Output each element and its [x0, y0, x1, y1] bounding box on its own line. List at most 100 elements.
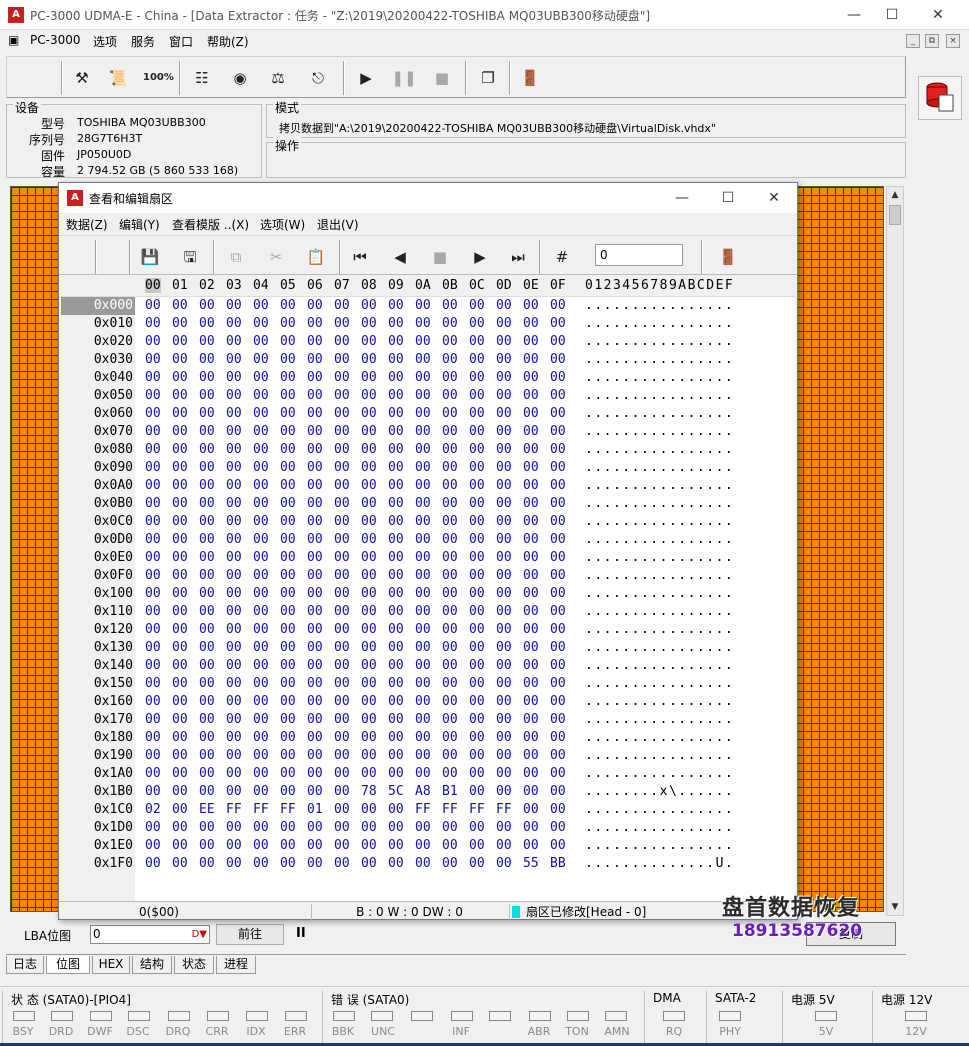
hex-byte[interactable]: 00: [496, 387, 512, 405]
hex-byte[interactable]: 00: [442, 531, 458, 549]
hex-byte[interactable]: 00: [415, 567, 431, 585]
hex-byte[interactable]: 00: [307, 531, 323, 549]
hex-byte[interactable]: 00: [307, 711, 323, 729]
hex-dump-area[interactable]: 00 01 02 03 04 05 06 07 08 09 0A 0B 0C 0D 0E 0F 01234567…: [61, 275, 795, 901]
hex-byte[interactable]: 00: [307, 729, 323, 747]
hex-byte[interactable]: 00: [496, 549, 512, 567]
hex-byte[interactable]: 00: [307, 405, 323, 423]
hex-byte[interactable]: 00: [334, 639, 350, 657]
hex-byte[interactable]: 00: [361, 387, 377, 405]
hex-byte[interactable]: 00: [172, 855, 188, 873]
hex-byte[interactable]: 00: [523, 297, 539, 315]
hex-byte[interactable]: 00: [334, 657, 350, 675]
row-address[interactable]: 0x0F0: [61, 567, 135, 585]
tab-structure[interactable]: 结构: [132, 956, 172, 974]
hex-byte[interactable]: 00: [361, 837, 377, 855]
hex-byte[interactable]: 00: [388, 819, 404, 837]
hex-byte[interactable]: 00: [442, 441, 458, 459]
paste-icon[interactable]: 📋: [303, 244, 329, 270]
hex-byte[interactable]: 00: [496, 711, 512, 729]
hex-byte[interactable]: 00: [496, 531, 512, 549]
hex-byte[interactable]: 00: [550, 513, 566, 531]
hex-byte[interactable]: 00: [361, 531, 377, 549]
hex-byte[interactable]: 00: [334, 765, 350, 783]
hex-byte[interactable]: 00: [523, 423, 539, 441]
hex-byte[interactable]: 00: [280, 639, 296, 657]
hex-byte[interactable]: 00: [550, 423, 566, 441]
hex-byte[interactable]: 00: [145, 477, 161, 495]
ascii-row[interactable]: ................: [585, 423, 734, 441]
hex-byte[interactable]: 00: [199, 711, 215, 729]
hex-byte[interactable]: 00: [280, 441, 296, 459]
hex-byte[interactable]: 00: [415, 639, 431, 657]
sector-map-scrollbar[interactable]: ▲ ▼: [886, 186, 904, 916]
hex-byte[interactable]: 00: [172, 801, 188, 819]
hex-byte[interactable]: 00: [280, 477, 296, 495]
hex-byte[interactable]: 00: [550, 693, 566, 711]
hex-byte[interactable]: 00: [469, 369, 485, 387]
hex-byte[interactable]: 00: [442, 585, 458, 603]
hex-byte[interactable]: 00: [334, 711, 350, 729]
hex-byte[interactable]: 00: [523, 729, 539, 747]
hex-byte[interactable]: 00: [415, 765, 431, 783]
tree-icon[interactable]: ☷: [189, 65, 215, 91]
hex-byte[interactable]: 00: [550, 639, 566, 657]
hex-byte[interactable]: 00: [496, 783, 512, 801]
hex-byte[interactable]: 00: [199, 549, 215, 567]
hex-byte[interactable]: 00: [361, 441, 377, 459]
hex-byte[interactable]: 00: [388, 441, 404, 459]
hex-byte[interactable]: 00: [280, 675, 296, 693]
hex-byte[interactable]: 00: [523, 747, 539, 765]
hex-byte[interactable]: 00: [442, 819, 458, 837]
hex-byte[interactable]: 00: [469, 423, 485, 441]
ascii-row[interactable]: ................: [585, 765, 734, 783]
ascii-row[interactable]: ................: [585, 459, 734, 477]
hex-byte[interactable]: 00: [415, 369, 431, 387]
hex-byte[interactable]: 00: [496, 621, 512, 639]
row-address[interactable]: 0x190: [61, 747, 135, 765]
next-sector-icon[interactable]: ▶: [467, 244, 493, 270]
hex-byte[interactable]: 00: [415, 837, 431, 855]
hex-byte[interactable]: 00: [469, 441, 485, 459]
hex-byte[interactable]: 00: [550, 477, 566, 495]
hex-byte[interactable]: 00: [496, 369, 512, 387]
hex-byte[interactable]: 00: [388, 549, 404, 567]
hex-byte[interactable]: 00: [415, 333, 431, 351]
ascii-row[interactable]: ................: [585, 495, 734, 513]
hex-byte[interactable]: 00: [442, 747, 458, 765]
hex-byte[interactable]: 00: [307, 297, 323, 315]
hex-close-button[interactable]: ✕: [751, 183, 797, 213]
hex-byte[interactable]: 00: [145, 423, 161, 441]
hex-byte[interactable]: 00: [388, 675, 404, 693]
hex-byte[interactable]: 00: [307, 351, 323, 369]
row-address[interactable]: 0x000: [61, 297, 135, 315]
hex-byte[interactable]: 00: [442, 477, 458, 495]
hex-byte[interactable]: 00: [280, 693, 296, 711]
row-address[interactable]: 0x1B0: [61, 783, 135, 801]
hex-byte[interactable]: 00: [334, 819, 350, 837]
hex-byte[interactable]: 00: [442, 729, 458, 747]
hex-byte[interactable]: 00: [172, 405, 188, 423]
ascii-row[interactable]: ................: [585, 477, 734, 495]
hex-byte[interactable]: 00: [199, 603, 215, 621]
hex-byte[interactable]: 00: [199, 459, 215, 477]
hex-byte[interactable]: 00: [199, 639, 215, 657]
ascii-row[interactable]: ..............U.: [585, 855, 734, 873]
hex-byte[interactable]: 00: [496, 657, 512, 675]
hex-byte[interactable]: 00: [280, 513, 296, 531]
mdi-close-button[interactable]: ×: [946, 34, 960, 48]
hex-byte[interactable]: 00: [469, 585, 485, 603]
hex-byte[interactable]: 00: [145, 657, 161, 675]
ascii-row[interactable]: ................: [585, 351, 734, 369]
hex-byte[interactable]: 00: [388, 603, 404, 621]
go-button[interactable]: 前往: [216, 924, 284, 945]
hex-byte[interactable]: 00: [550, 387, 566, 405]
windows-icon[interactable]: ❐: [475, 65, 501, 91]
hex-byte[interactable]: 00: [415, 297, 431, 315]
hex-byte[interactable]: 00: [469, 387, 485, 405]
hex-byte[interactable]: 00: [172, 297, 188, 315]
hex-byte[interactable]: 00: [361, 549, 377, 567]
hex-byte[interactable]: 00: [280, 819, 296, 837]
hex-byte[interactable]: 00: [307, 495, 323, 513]
hex-byte[interactable]: 00: [523, 333, 539, 351]
